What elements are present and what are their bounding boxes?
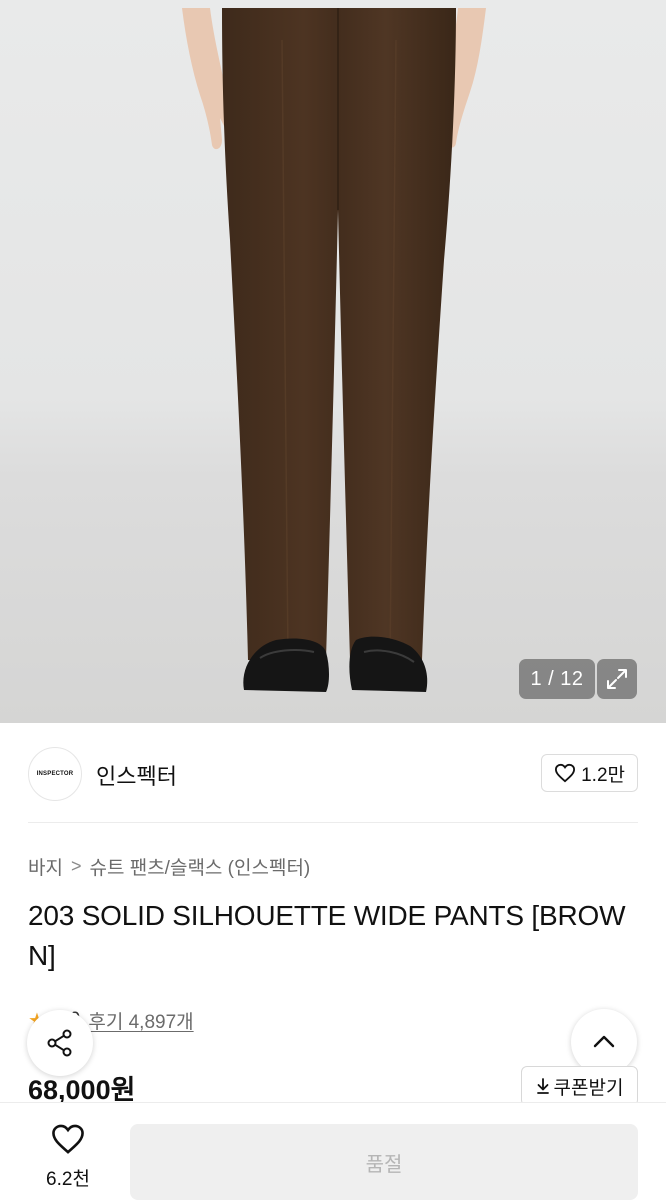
breadcrumb-item-subcategory[interactable]: 슈트 팬츠/슬랙스 (인스펙터) — [89, 853, 310, 880]
brand-name[interactable]: 인스펙터 — [96, 759, 177, 791]
breadcrumb-item-category[interactable]: 바지 — [28, 853, 63, 880]
chevron-up-icon — [593, 1035, 615, 1048]
expand-button[interactable] — [597, 659, 637, 699]
heart-icon — [52, 1124, 84, 1154]
breadcrumb-separator: > — [70, 856, 82, 876]
product-image[interactable]: 1 / 12 — [0, 0, 666, 723]
sold-out-button[interactable]: 품절 — [130, 1124, 638, 1200]
brand-row: INSPECTOR 인스펙터 1.2만 — [28, 745, 638, 805]
heart-icon — [555, 763, 576, 783]
breadcrumb: 바지 > 슈트 팬츠/슬랙스 (인스펙터) — [28, 853, 310, 880]
review-link[interactable]: 후기 4,897개 — [88, 1007, 193, 1034]
coupon-button[interactable]: 쿠폰받기 — [521, 1066, 638, 1106]
coupon-label: 쿠폰받기 — [553, 1077, 624, 1099]
product-photo — [0, 8, 666, 723]
brand-like-count: 1.2만 — [581, 764, 625, 786]
download-icon — [536, 1078, 549, 1094]
wishlist-button[interactable]: 6.2천 — [28, 1123, 108, 1191]
wishlist-count: 6.2천 — [46, 1169, 90, 1190]
bottom-action-bar: 6.2천 품절 — [0, 1102, 666, 1200]
brand-logo[interactable]: INSPECTOR — [28, 747, 82, 801]
brand-like-button[interactable]: 1.2만 — [541, 754, 638, 792]
expand-icon — [607, 669, 627, 689]
product-title: 203 SOLID SILHOUETTE WIDE PANTS [BROWN] — [28, 900, 626, 971]
share-icon — [47, 1029, 72, 1057]
image-counter: 1 / 12 — [519, 659, 595, 699]
brand-logo-text: INSPECTOR — [36, 771, 74, 777]
share-button[interactable] — [27, 1010, 93, 1076]
divider — [28, 822, 638, 823]
